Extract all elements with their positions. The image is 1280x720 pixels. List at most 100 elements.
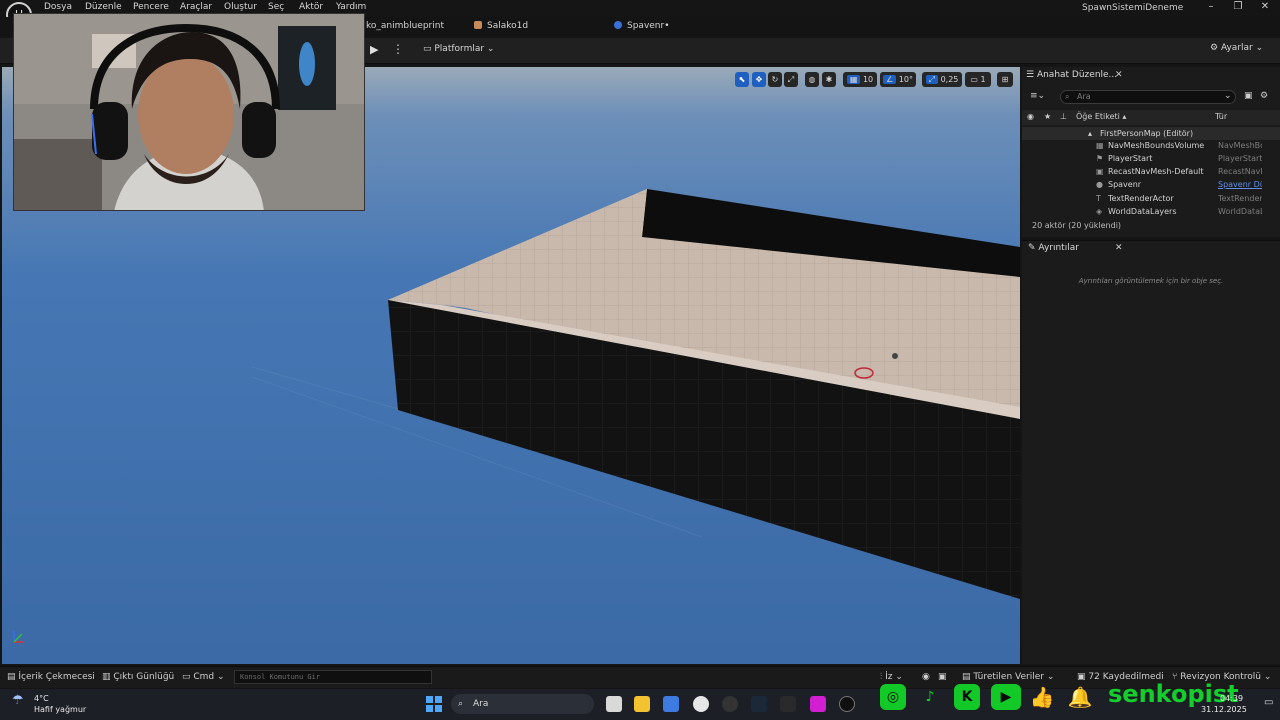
details-tab-label: Ayrıntılar — [1038, 243, 1079, 253]
tab-details[interactable]: ✎ Ayrıntılar — [1028, 243, 1079, 253]
more-options-icon[interactable]: ⋮ — [392, 42, 404, 56]
layers-icon: ◈ — [1096, 207, 1103, 216]
menu-select[interactable]: Seç — [268, 2, 284, 12]
windows-start-icon[interactable] — [426, 696, 442, 712]
outliner-row[interactable]: T TextRenderActor TextRenderAc — [1022, 192, 1280, 205]
menu-tools[interactable]: Araçlar — [180, 2, 212, 12]
rotate-icon[interactable]: ↻ — [768, 72, 782, 87]
chevron-down-icon[interactable]: ⌄ — [1224, 91, 1232, 101]
weather-desc[interactable]: Hafif yağmur — [34, 705, 86, 714]
bell-icon: 🔔 — [1067, 685, 1093, 709]
chrome-icon[interactable] — [693, 696, 709, 712]
play-icon[interactable]: ▶ — [370, 43, 378, 56]
outliner-search-input[interactable]: ⌕ Ara — [1060, 90, 1236, 104]
trace-button[interactable]: ⫶ İz ⌄ — [880, 672, 903, 682]
menu-edit[interactable]: Düzenle — [85, 2, 122, 12]
outliner-row[interactable]: ◈ WorldDataLayers WorldDataLay — [1022, 205, 1280, 218]
grid-snap-value: 10 — [862, 75, 874, 84]
weather-icon[interactable]: ☂ — [12, 693, 30, 711]
app-icon[interactable] — [810, 696, 826, 712]
notification-icon[interactable]: ▭ — [1264, 697, 1273, 708]
search-icon: ⌕ — [1065, 92, 1070, 101]
derived-data-button[interactable]: ▤ Türetilen Veriler ⌄ — [962, 672, 1054, 682]
column-label[interactable]: Öğe Etiketi ▴ — [1076, 112, 1126, 121]
clock-date[interactable]: 31.12.2025 — [1201, 705, 1247, 714]
tab-animblueprint[interactable]: ko_animblueprint — [366, 21, 444, 31]
menu-actor[interactable]: Aktör — [299, 2, 323, 12]
derived-data-icon: ▤ — [962, 672, 974, 682]
app-icon[interactable] — [722, 696, 738, 712]
translate-icon[interactable]: ✥ — [752, 72, 766, 87]
row-type: RecastNavMe — [1218, 167, 1262, 176]
rotation-snap-toggle[interactable]: ∠ 10° — [880, 72, 916, 87]
filter-icon[interactable]: ≡⌄ — [1030, 91, 1045, 101]
tab-label: ko_animblueprint — [366, 21, 444, 31]
taskbar-search-label: Ara — [473, 699, 489, 709]
column-type[interactable]: Tür — [1215, 112, 1227, 121]
pencil-icon: ✎ — [1028, 243, 1039, 253]
tab-salako1d[interactable]: Salako1d — [474, 21, 528, 31]
gear-icon[interactable]: ⚙ — [1260, 91, 1268, 101]
platforms-icon: ▭ — [423, 44, 435, 54]
outliner-row[interactable]: ● Spavenr Spavenr Düz — [1022, 178, 1280, 191]
weather-temp[interactable]: 4°C — [34, 694, 49, 703]
pin-icon[interactable]: ⊥ — [1060, 112, 1067, 121]
settings-label: Ayarlar — [1220, 43, 1253, 53]
menu-file[interactable]: Dosya — [44, 2, 72, 12]
terminal-icon: ▭ — [182, 672, 194, 682]
minimize-icon[interactable]: – — [1204, 1, 1218, 12]
menu-window[interactable]: Pencere — [133, 2, 169, 12]
scale-snap-toggle[interactable]: ⤢ 0,25 — [922, 72, 962, 87]
row-type: PlayerStart — [1218, 154, 1262, 163]
output-log-button[interactable]: ▥ Çıktı Günlüğü — [102, 672, 174, 682]
row-type-link[interactable]: Spavenr Düz — [1218, 178, 1262, 191]
clock-time[interactable]: 04:39 — [1220, 694, 1243, 703]
grid-icon: ▦ — [846, 75, 861, 84]
camera-speed-button[interactable]: ▭ 1 — [965, 72, 991, 87]
maximize-icon[interactable]: ❐ — [1231, 1, 1245, 12]
select-mode-icon[interactable]: ⬉ — [735, 72, 749, 87]
grid-snap-toggle[interactable]: ▦ 10 — [843, 72, 877, 87]
scale-icon[interactable]: ⤢ — [784, 72, 798, 87]
world-space-icon[interactable]: ◍ — [805, 72, 819, 87]
outliner-header: ◉ ★ ⊥ Öğe Etiketi ▴ Tür — [1022, 110, 1280, 125]
row-type: NavMeshBou — [1218, 141, 1262, 150]
tab-spavenr[interactable]: Spavenr• — [614, 21, 670, 31]
angle-icon: ∠ — [883, 75, 897, 84]
outliner-icon: ☰ — [1026, 70, 1037, 80]
menu-build[interactable]: Oluştur — [224, 2, 257, 12]
cmd-dropdown[interactable]: ▭ Cmd ⌄ — [182, 672, 225, 682]
navmesh-icon: ▣ — [1096, 167, 1104, 176]
taskbar-search[interactable]: ⌕ Ara — [451, 694, 594, 714]
actor-count: 20 aktör (20 yüklendi) — [1032, 221, 1122, 230]
details-panel — [1022, 240, 1280, 664]
outliner-row[interactable]: ⚑ PlayerStart PlayerStart — [1022, 152, 1280, 165]
screenshot-icon[interactable]: ▣ — [938, 672, 947, 682]
store-icon[interactable] — [663, 696, 679, 712]
close-icon[interactable]: ✕ — [1115, 70, 1123, 80]
tab-outliner[interactable]: ☰ Anahat Düzenle... — [1026, 70, 1117, 80]
close-icon[interactable]: ✕ — [1258, 1, 1272, 12]
content-drawer-button[interactable]: ▤ İçerik Çekmecesi — [7, 672, 95, 682]
unreal-engine-icon[interactable] — [839, 696, 855, 712]
epic-games-icon[interactable] — [780, 696, 796, 712]
folder-icon[interactable]: ▣ — [1244, 91, 1253, 101]
menu-help[interactable]: Yardım — [336, 2, 366, 12]
scale-snap-icon: ⤢ — [925, 75, 939, 84]
outliner-row[interactable]: ▦ NavMeshBoundsVolume NavMeshBou — [1022, 139, 1280, 152]
file-explorer-icon[interactable] — [634, 696, 650, 712]
visibility-icon[interactable]: ◉ — [1027, 112, 1034, 121]
star-icon[interactable]: ★ — [1044, 112, 1051, 121]
surface-snap-icon[interactable]: ✱ — [822, 72, 836, 87]
task-view-icon[interactable] — [606, 696, 622, 712]
row-label: RecastNavMesh-Default — [1108, 167, 1204, 176]
settings-button[interactable]: ⚙ Ayarlar ⌄ — [1210, 43, 1263, 53]
platforms-button[interactable]: ▭ Platformlar ⌄ — [423, 44, 494, 54]
close-icon[interactable]: ✕ — [1115, 243, 1123, 253]
outliner-row[interactable]: ▣ RecastNavMesh-Default RecastNavMe — [1022, 165, 1280, 178]
drawer-icon: ▤ — [7, 672, 19, 682]
record-icon[interactable]: ◉ — [922, 672, 930, 682]
layout-icon[interactable]: ⊞ — [997, 72, 1013, 87]
console-command-input[interactable]: Konsol Komutunu Gir — [234, 670, 432, 684]
steam-icon[interactable] — [751, 696, 767, 712]
